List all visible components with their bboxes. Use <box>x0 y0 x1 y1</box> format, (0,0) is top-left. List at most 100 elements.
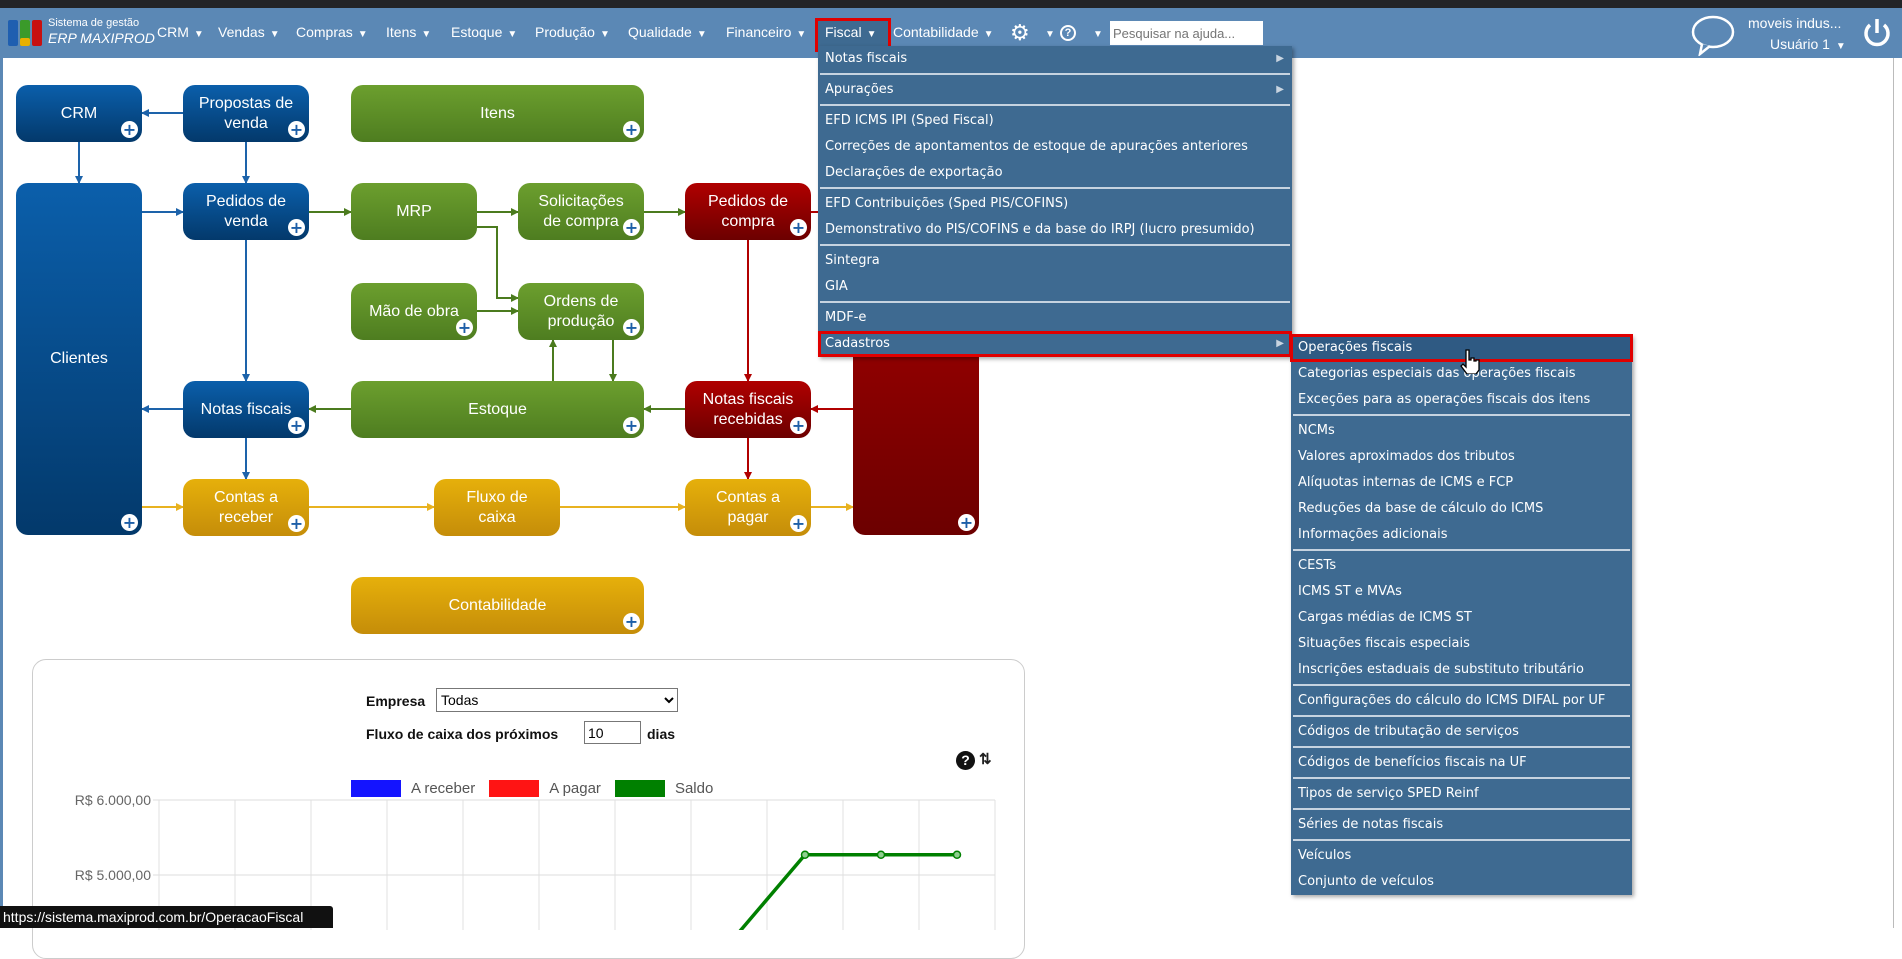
add-icon[interactable]: + <box>288 417 305 434</box>
flow-box-contas-pagar[interactable]: Contas a pagar + <box>685 479 811 536</box>
flow-box-itens[interactable]: Itens + <box>351 85 644 142</box>
menu-item-label: Correções de apontamentos de estoque de … <box>825 139 1248 154</box>
company-name[interactable]: moveis indus... <box>1748 15 1841 31</box>
help-icon[interactable]: ? <box>1060 25 1076 41</box>
menu-item-gia[interactable]: GIA <box>818 274 1292 300</box>
help-dropdown[interactable]: ▼ <box>1088 24 1103 40</box>
menu-item-tipos-de-servic-o-sped-reinf[interactable]: Tipos de serviço SPED Reinf <box>1291 781 1632 807</box>
flow-box-contabilidade[interactable]: Contabilidade + <box>351 577 644 634</box>
flow-box-nf-recebidas[interactable]: Notas fiscais recebidas + <box>685 381 811 438</box>
menu-item-label: Tipos de serviço SPED Reinf <box>1298 786 1479 801</box>
flow-box-label: Propostas de venda <box>198 94 294 132</box>
menu-item-icms-st-e-mvas[interactable]: ICMS ST e MVAs <box>1291 579 1632 605</box>
menu-item-conjunto-de-vei-culos[interactable]: Conjunto de veículos <box>1291 869 1632 895</box>
data-point[interactable] <box>952 850 962 859</box>
menu-item-cests[interactable]: CESTs <box>1291 553 1632 579</box>
menu-item-notas-fiscais[interactable]: Notas fiscais ▶ <box>818 46 1292 72</box>
menu-item-label: Códigos de benefícios fiscais na UF <box>1298 755 1527 770</box>
menu-item-label: EFD ICMS IPI (Sped Fiscal) <box>825 113 994 128</box>
menu-item-label: Apurações <box>825 82 894 97</box>
menu-item-demonstrativo-do-pis-cofins-e-da-base-do-irpj-lucro-presumido[interactable]: Demonstrativo do PIS/COFINS e da base do… <box>818 217 1292 243</box>
refresh-icon[interactable]: ⇅ <box>979 750 992 768</box>
add-icon[interactable]: + <box>623 417 640 434</box>
menu-item-cadastros[interactable]: Cadastros ▶ <box>818 331 1292 357</box>
flow-box-label: Notas fiscais <box>200 400 292 418</box>
user-menu[interactable]: Usuário 1 ▼ <box>1770 36 1846 52</box>
add-icon[interactable]: + <box>790 219 807 236</box>
flow-box-crm[interactable]: CRM + <box>16 85 142 142</box>
help-search-input[interactable] <box>1110 21 1263 45</box>
flow-box-pedidos-venda[interactable]: Pedidos de venda + <box>183 183 309 240</box>
hand-cursor-icon <box>1460 349 1480 374</box>
add-icon[interactable]: + <box>121 514 138 531</box>
menu-item-label: CESTs <box>1298 558 1337 573</box>
menu-item-apurac-o-es[interactable]: Apurações ▶ <box>818 77 1292 103</box>
menu-item-label: Categorias especiais das operações fisca… <box>1298 366 1576 381</box>
flow-box-notas[interactable]: Notas fiscais + <box>183 381 309 438</box>
chevron-right-icon: ▶ <box>1276 53 1284 64</box>
gear-icon[interactable]: ⚙ <box>1010 20 1030 46</box>
menu-item-excec-o-es-para-as-operac-o-es-fiscais-dos-itens[interactable]: Exceções para as operações fiscais dos i… <box>1291 387 1632 413</box>
add-icon[interactable]: + <box>623 319 640 336</box>
menu-item-cargas-me-dias-de-icms-st[interactable]: Cargas médias de ICMS ST <box>1291 605 1632 631</box>
flow-box-mao-obra[interactable]: Mão de obra + <box>351 283 477 340</box>
menu-item-co-digos-de-benefi-cios-fiscais-na-uf[interactable]: Códigos de benefícios fiscais na UF <box>1291 750 1632 776</box>
menu-item-efd-icms-ipi-sped-fiscal[interactable]: EFD ICMS IPI (Sped Fiscal) <box>818 108 1292 134</box>
data-point[interactable] <box>800 850 810 859</box>
flow-box-pedidos-compra[interactable]: Pedidos de compra + <box>685 183 811 240</box>
menu-item-reduc-o-es-da-base-de-ca-lculo-do-icms[interactable]: Reduções da base de cálculo do ICMS <box>1291 496 1632 522</box>
menu-item-vei-culos[interactable]: Veículos <box>1291 843 1632 869</box>
menu-item-ncms[interactable]: NCMs <box>1291 418 1632 444</box>
menu-item-declarac-o-es-de-exportac-a-o[interactable]: Declarações de exportação <box>818 160 1292 186</box>
menu-item-label: Operações fiscais <box>1298 340 1413 355</box>
menu-item-informac-o-es-adicionais[interactable]: Informações adicionais <box>1291 522 1632 548</box>
menu-item-efd-contribuic-o-es-sped-pis-cofins[interactable]: EFD Contribuições (Sped PIS/COFINS) <box>818 191 1292 217</box>
flow-box-ordens[interactable]: Ordens de produção + <box>518 283 644 340</box>
y-tick-label: R$ 6.000,00 <box>75 792 151 808</box>
flow-box-clientes[interactable]: Clientes + <box>16 183 142 535</box>
menu-item-label: MDF-e <box>825 310 867 325</box>
dias-label: dias <box>647 726 676 742</box>
add-icon[interactable]: + <box>456 319 473 336</box>
add-icon[interactable]: + <box>790 417 807 434</box>
flow-box-propostas[interactable]: Propostas de venda + <box>183 85 309 142</box>
power-icon[interactable] <box>1862 16 1892 50</box>
flow-box-estoque[interactable]: Estoque + <box>351 381 644 438</box>
flow-box-label: Contabilidade <box>448 596 547 614</box>
add-icon[interactable]: + <box>623 121 640 138</box>
empresa-select[interactable]: Todas <box>436 688 678 712</box>
dias-input[interactable] <box>584 721 641 744</box>
menu-item-situac-o-es-fiscais-especiais[interactable]: Situações fiscais especiais <box>1291 631 1632 657</box>
menu-item-valores-aproximados-dos-tributos[interactable]: Valores aproximados dos tributos <box>1291 444 1632 470</box>
menu-item-mdf-e[interactable]: MDF-e <box>818 305 1292 331</box>
add-icon[interactable]: + <box>623 219 640 236</box>
menu-item-sintegra[interactable]: Sintegra <box>818 248 1292 274</box>
add-icon[interactable]: + <box>288 515 305 532</box>
chevron-right-icon: ▶ <box>1276 338 1284 349</box>
menu-item-correc-o-es-de-apontamentos-de-estoque-de-apurac-o-es-anteriores[interactable]: Correções de apontamentos de estoque de … <box>818 134 1292 160</box>
flow-box-solicitacoes[interactable]: Solicitações de compra + <box>518 183 644 240</box>
add-icon[interactable]: + <box>790 515 807 532</box>
flow-box-mrp[interactable]: MRP <box>351 183 477 240</box>
add-icon[interactable]: + <box>121 121 138 138</box>
flow-box-fluxo[interactable]: Fluxo de caixa <box>434 479 560 536</box>
menu-item-ali-quotas-internas-de-icms-e-fcp[interactable]: Alíquotas internas de ICMS e FCP <box>1291 470 1632 496</box>
menu-item-label: Cadastros <box>825 336 890 351</box>
chat-icon[interactable] <box>1690 14 1736 56</box>
help-icon[interactable]: ? <box>956 751 975 770</box>
menu-item-label: Conjunto de veículos <box>1298 874 1434 889</box>
add-icon[interactable]: + <box>288 121 305 138</box>
data-point[interactable] <box>876 850 886 859</box>
gear-dropdown[interactable]: ▼ <box>1040 24 1055 40</box>
menu-item-label: EFD Contribuições (Sped PIS/COFINS) <box>825 196 1069 211</box>
flow-box-contas-receber[interactable]: Contas a receber + <box>183 479 309 536</box>
flow-box-label: Contas a pagar <box>715 488 781 526</box>
menu-item-se-ries-de-notas-fiscais[interactable]: Séries de notas fiscais <box>1291 812 1632 838</box>
menu-item-co-digos-de-tributac-a-o-de-servic-os[interactable]: Códigos de tributação de serviços <box>1291 719 1632 745</box>
add-icon[interactable]: + <box>958 514 975 531</box>
add-icon[interactable]: + <box>623 613 640 630</box>
menu-item-configurac-o-es-do-ca-lculo-do-icms-difal-por-uf[interactable]: Configurações do cálculo do ICMS DIFAL p… <box>1291 688 1632 714</box>
add-icon[interactable]: + <box>288 219 305 236</box>
status-bar-url: https://sistema.maxiprod.com.br/Operacao… <box>0 906 333 928</box>
menu-item-inscric-o-es-estaduais-de-substituto-tributa-rio[interactable]: Inscrições estaduais de substituto tribu… <box>1291 657 1632 683</box>
